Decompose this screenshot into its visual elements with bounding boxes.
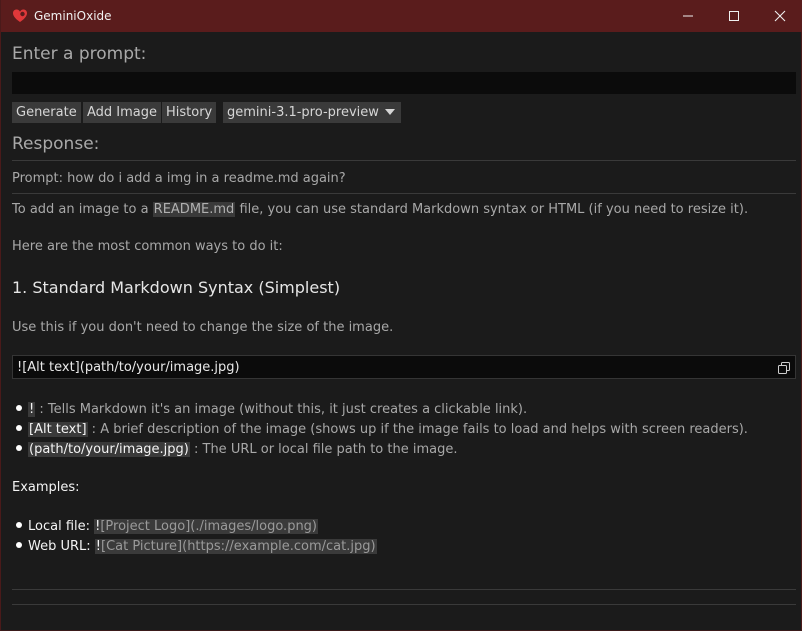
model-select[interactable]: gemini-3.1-pro-preview bbox=[223, 102, 401, 123]
list-item: [Alt text] : A brief description of the … bbox=[28, 421, 748, 438]
example-code: ![Cat Picture](https://example.com/cat.j… bbox=[94, 539, 377, 554]
response-heading: Response: bbox=[12, 134, 100, 154]
generate-button[interactable]: Generate bbox=[12, 102, 81, 123]
bullet-desc: : The URL or local file path to the imag… bbox=[189, 442, 458, 457]
add-image-button[interactable]: Add Image bbox=[83, 102, 162, 123]
bullet-dot bbox=[16, 542, 22, 548]
examples-heading: Examples: bbox=[12, 480, 80, 495]
bullet-dot bbox=[16, 445, 22, 451]
divider bbox=[12, 193, 796, 194]
bullet-dot bbox=[16, 522, 22, 528]
divider bbox=[12, 589, 796, 590]
example-code-rest: [Project Logo](./images/logo.png) bbox=[100, 519, 318, 534]
example-label: Web URL: bbox=[28, 539, 95, 554]
history-button[interactable]: History bbox=[162, 102, 217, 123]
bullet-desc: : Tells Markdown it's an image (without … bbox=[35, 402, 528, 417]
list-item: Web URL: ![Cat Picture](https://example.… bbox=[28, 538, 377, 555]
prompt-input[interactable] bbox=[12, 72, 796, 94]
code-block[interactable]: ![Alt text](path/to/your/image.jpg) bbox=[12, 355, 796, 379]
example-code: ![Project Logo](./images/logo.png) bbox=[94, 519, 319, 534]
prompt-heading: Enter a prompt: bbox=[12, 44, 147, 64]
bullet-desc: : A brief description of the image (show… bbox=[87, 422, 748, 437]
chevron-down-icon bbox=[384, 109, 395, 115]
intro-text-before: To add an image to a bbox=[12, 202, 153, 217]
divider bbox=[12, 604, 796, 605]
bullet-term: [Alt text] bbox=[28, 422, 88, 437]
divider bbox=[12, 160, 796, 161]
close-icon bbox=[774, 10, 786, 22]
prompt-echo: Prompt: how do i add a img in a readme.m… bbox=[12, 171, 346, 186]
example-label: Local file: bbox=[28, 519, 95, 534]
section-heading: 1. Standard Markdown Syntax (Simplest) bbox=[12, 278, 341, 297]
code-block-text: ![Alt text](path/to/your/image.jpg) bbox=[17, 360, 240, 375]
minimize-button[interactable] bbox=[665, 0, 711, 32]
title-bar[interactable]: GeminiOxide bbox=[1, 0, 802, 32]
window-title: GeminiOxide bbox=[34, 9, 112, 23]
main-content: Enter a prompt: Generate Add Image Histo… bbox=[1, 32, 802, 631]
inline-code-readme: README.md bbox=[152, 202, 236, 217]
close-button[interactable] bbox=[757, 0, 802, 32]
response-intro: To add an image to a README.md file, you… bbox=[12, 201, 748, 218]
app-window: GeminiOxide Enter a prompt: Generate Add… bbox=[0, 0, 802, 631]
bullet-dot bbox=[16, 425, 22, 431]
section-description: Use this if you don't need to change the… bbox=[12, 320, 394, 335]
bullet-dot bbox=[16, 405, 22, 411]
common-ways-text: Here are the most common ways to do it: bbox=[12, 239, 283, 254]
list-item: Local file: ![Project Logo](./images/log… bbox=[28, 518, 319, 535]
app-heart-icon bbox=[12, 8, 28, 24]
maximize-button[interactable] bbox=[711, 0, 757, 32]
maximize-icon bbox=[729, 11, 739, 21]
minimize-icon bbox=[683, 15, 693, 17]
bullet-term: (path/to/your/image.jpg) bbox=[28, 442, 190, 457]
example-code-rest: [Cat Picture](https://example.com/cat.jp… bbox=[101, 539, 376, 554]
model-select-value: gemini-3.1-pro-preview bbox=[227, 105, 379, 120]
intro-text-after: file, you can use standard Markdown synt… bbox=[235, 202, 749, 217]
copy-icon[interactable] bbox=[777, 360, 791, 374]
list-item: (path/to/your/image.jpg) : The URL or lo… bbox=[28, 441, 457, 458]
list-item: ! : Tells Markdown it's an image (withou… bbox=[28, 401, 527, 418]
